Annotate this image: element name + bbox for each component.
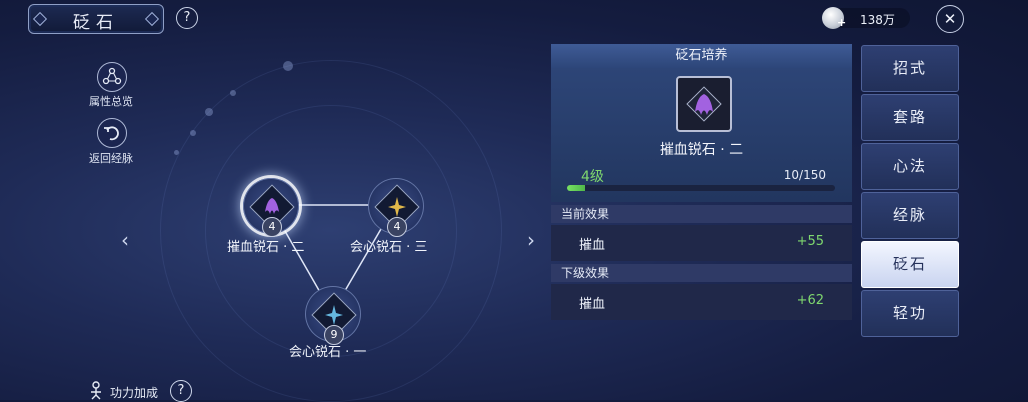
tab-mind-method[interactable]: 心法 (861, 143, 959, 190)
node-connections (269, 204, 396, 314)
current-stat-name: 摧血 (579, 238, 606, 253)
next-stat-name: 摧血 (579, 297, 606, 312)
exp-progress-fill (567, 185, 585, 191)
item-icon (676, 76, 732, 132)
exp-progress-bar (567, 185, 835, 191)
current-effect-row: 摧血 +55 (551, 225, 852, 261)
power-bonus-icon (91, 381, 101, 400)
add-currency-icon[interactable]: + (837, 16, 846, 29)
power-bonus-label: 功力加成 (110, 386, 159, 400)
next-page-arrow[interactable]: › (527, 228, 535, 252)
current-effect-header: 当前效果 (551, 205, 852, 223)
tab-moves[interactable]: 招式 (861, 45, 959, 92)
currency-amount: 138万 (860, 13, 895, 27)
item-info: 摧血锐石 · 二 4级 10/150 (551, 68, 852, 202)
next-effect-row: 摧血 +62 (551, 284, 852, 320)
panel-title: 砭石培养 (551, 44, 852, 68)
next-effect-header: 下级效果 (551, 264, 852, 282)
close-button[interactable]: ✕ (936, 5, 964, 33)
item-level: 4级 (581, 169, 604, 185)
tab-meridians[interactable]: 经脉 (861, 192, 959, 239)
node-level-badge: 4 (262, 217, 282, 237)
gem-node[interactable]: 4 (243, 178, 299, 237)
power-bonus-help-button[interactable]: ? (170, 380, 192, 402)
tab-lightness[interactable]: 轻功 (861, 290, 959, 337)
currency-display: + 138万 (822, 7, 910, 29)
node-level-badge: 4 (387, 217, 407, 237)
gem-node[interactable]: 9 (305, 286, 361, 345)
node-label: 摧血锐石 · 二 (227, 240, 305, 255)
item-name: 摧血锐石 · 二 (659, 142, 744, 158)
next-stat-value: +62 (796, 293, 824, 308)
cultivation-panel: 砭石培养 摧血锐石 · 二 4级 10/150 当前效果 摧血 +55 下级效果… (551, 44, 852, 322)
tab-routines[interactable]: 套路 (861, 94, 959, 141)
node-label: 会心锐石 · 一 (289, 345, 367, 360)
item-exp: 10/150 (783, 168, 826, 182)
prev-page-arrow[interactable]: ‹ (121, 228, 129, 252)
current-stat-value: +55 (796, 234, 824, 249)
tab-stone[interactable]: 砭石 (861, 241, 959, 288)
gem-node[interactable]: 4 (368, 178, 424, 237)
node-label: 会心锐石 · 三 (350, 240, 428, 255)
